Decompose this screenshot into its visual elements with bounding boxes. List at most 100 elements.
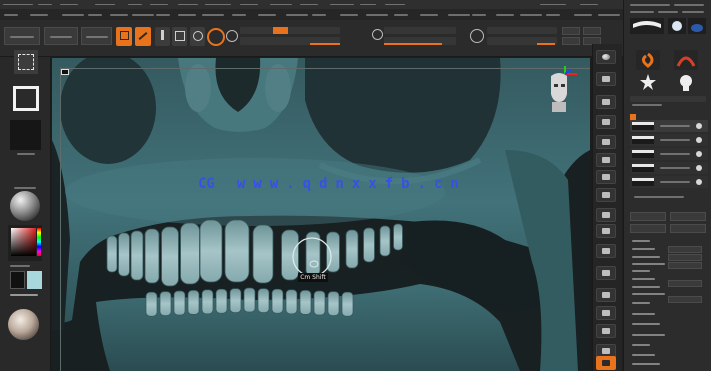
subtool-row[interactable] <box>630 120 708 132</box>
menu-item[interactable] <box>574 14 592 16</box>
spiral-brush-icon[interactable] <box>636 50 660 70</box>
panel-menu-item[interactable] <box>632 302 650 304</box>
panel-menu-item[interactable] <box>632 323 660 325</box>
menu-item[interactable] <box>202 14 224 16</box>
panel-menu-item[interactable] <box>632 363 660 365</box>
panel-option-button[interactable] <box>668 296 702 303</box>
brush-ring-icon[interactable] <box>207 28 225 46</box>
menu-item[interactable] <box>312 14 326 16</box>
plugin-button-1[interactable] <box>4 27 40 45</box>
view-control-icon[interactable] <box>596 288 616 302</box>
view-control-icon[interactable] <box>596 50 616 64</box>
view-control-icon[interactable] <box>596 188 616 202</box>
subtool-row[interactable] <box>630 176 708 188</box>
panel-menu-item[interactable] <box>632 293 665 295</box>
dynamic-icon[interactable] <box>470 29 484 43</box>
skull-tool-icon[interactable] <box>680 75 692 91</box>
orientation-head-icon[interactable] <box>543 66 583 114</box>
menu-item[interactable] <box>110 14 128 16</box>
subtool-action-button[interactable] <box>630 224 666 233</box>
rgb-mode-row[interactable] <box>240 27 340 34</box>
menu-item[interactable] <box>420 14 438 16</box>
selection-rect-icon[interactable] <box>14 50 38 74</box>
panel-menu-item[interactable] <box>632 278 655 280</box>
menu-item[interactable] <box>88 14 102 16</box>
subtool-action-button[interactable] <box>630 212 666 221</box>
viewport-canvas[interactable] <box>52 58 590 371</box>
head-tool-thumb[interactable] <box>668 18 686 34</box>
tool-slider[interactable] <box>630 96 706 102</box>
toolbar-small-button-3[interactable] <box>562 37 580 45</box>
matcap-sphere-icon[interactable] <box>8 309 39 340</box>
menu-item[interactable] <box>366 14 388 16</box>
panel-menu-item[interactable] <box>632 240 650 242</box>
panel-option-button[interactable] <box>668 254 702 261</box>
rotate-icon[interactable] <box>190 27 205 46</box>
scale-icon[interactable] <box>172 27 187 46</box>
toolbar-small-button-2[interactable] <box>583 27 601 35</box>
focal-shift-icon[interactable] <box>372 29 383 40</box>
alpha-icon[interactable] <box>10 120 41 150</box>
mask-rect-icon[interactable] <box>13 86 39 111</box>
subtool-row[interactable] <box>630 148 708 160</box>
view-control-icon[interactable] <box>596 135 616 149</box>
menu-item[interactable] <box>30 14 48 16</box>
subtool-visibility-icon[interactable] <box>696 151 702 157</box>
material-sphere-icon[interactable] <box>10 191 40 221</box>
focal-icon[interactable] <box>226 30 238 42</box>
edit-mode-icon[interactable] <box>116 27 132 46</box>
menu-item[interactable] <box>232 14 246 16</box>
panel-menu-item[interactable] <box>632 354 655 356</box>
panel-menu-item[interactable] <box>632 334 665 336</box>
menu-item[interactable] <box>178 14 196 16</box>
menu-item[interactable] <box>448 14 470 16</box>
color-swatch-primary[interactable] <box>10 271 25 289</box>
subtool-row[interactable] <box>630 162 708 174</box>
view-control-icon[interactable] <box>596 266 616 280</box>
menu-item[interactable] <box>520 14 542 16</box>
extra-slider-1[interactable] <box>487 27 557 34</box>
panel-option-button[interactable] <box>668 262 702 269</box>
menu-item[interactable] <box>394 14 408 16</box>
subtool-row[interactable] <box>630 134 708 146</box>
menu-item[interactable] <box>546 14 560 16</box>
canvas-corner-icon[interactable] <box>61 69 69 75</box>
subtool-visibility-icon[interactable] <box>696 137 702 143</box>
panel-menu-item[interactable] <box>632 344 650 346</box>
solo-mode-icon[interactable] <box>596 356 616 370</box>
menu-item[interactable] <box>286 14 308 16</box>
view-control-icon[interactable] <box>596 306 616 320</box>
subtool-visibility-icon[interactable] <box>696 165 702 171</box>
teeth-tool-thumb[interactable] <box>630 18 664 34</box>
rgb-mode-toggle[interactable] <box>273 27 288 34</box>
menu-item[interactable] <box>62 14 84 16</box>
arc-brush-icon[interactable] <box>674 50 698 70</box>
subtool-action-button[interactable] <box>670 224 706 233</box>
panel-menu-item[interactable] <box>632 256 660 258</box>
view-control-icon[interactable] <box>596 115 616 129</box>
draw-mode-icon[interactable] <box>135 27 151 46</box>
panel-menu-item[interactable] <box>632 286 660 288</box>
menu-item[interactable] <box>496 14 514 16</box>
menu-item[interactable] <box>598 14 620 16</box>
menu-item[interactable] <box>132 14 154 16</box>
view-control-icon[interactable] <box>596 244 616 258</box>
panel-option-button[interactable] <box>668 280 702 287</box>
subtool-visibility-icon[interactable] <box>696 123 702 129</box>
view-control-icon[interactable] <box>596 170 616 184</box>
view-control-icon[interactable] <box>596 153 616 167</box>
move-icon[interactable] <box>155 27 170 46</box>
panel-menu-item[interactable] <box>632 270 650 272</box>
menu-item[interactable] <box>156 14 170 16</box>
color-picker-icon[interactable] <box>8 225 42 261</box>
panel-menu-item[interactable] <box>632 263 665 265</box>
focal-shift-slider[interactable] <box>384 27 456 34</box>
panel-option-button[interactable] <box>668 246 702 253</box>
polymesh-tool-thumb[interactable] <box>688 18 706 34</box>
menu-item[interactable] <box>340 14 358 16</box>
view-control-icon[interactable] <box>596 324 616 338</box>
panel-menu-item[interactable] <box>632 313 655 315</box>
panel-menu-item[interactable] <box>632 248 655 250</box>
menu-item[interactable] <box>472 14 486 16</box>
view-control-icon[interactable] <box>596 208 616 222</box>
